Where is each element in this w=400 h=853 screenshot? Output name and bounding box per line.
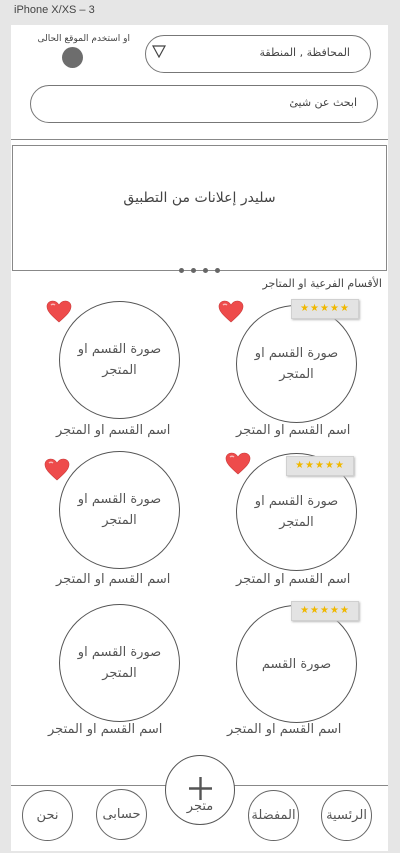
item-name[interactable]: اسم القسم او المتجر (56, 423, 170, 438)
slider-dot[interactable] (191, 268, 196, 273)
item-image[interactable]: صورة القسم او المتجر (59, 604, 180, 722)
current-location-hint: او استخدم الموقع الحالى (37, 34, 130, 44)
slider-dot[interactable] (203, 268, 208, 273)
header-divider (11, 139, 388, 140)
item-name[interactable]: اسم القسم او المتجر (56, 572, 170, 587)
section-title: الأقسام الفرعية او المتاجر (262, 277, 382, 290)
heart-icon[interactable] (46, 300, 72, 324)
slider-dot[interactable] (179, 268, 184, 273)
heart-icon[interactable] (44, 458, 70, 482)
rating-stars: ★★★★★ (291, 299, 359, 319)
nav-favorites[interactable]: المفضلة (248, 790, 299, 841)
slider-pagination (179, 258, 227, 277)
region-select-label: المحافظة , المنطقة (259, 46, 350, 59)
search-input[interactable]: ابحث عن شيئ (30, 85, 378, 123)
search-placeholder: ابحث عن شيئ (289, 96, 357, 109)
heart-icon[interactable] (218, 300, 244, 324)
nav-about[interactable]: نحن (22, 790, 73, 841)
plus-icon (189, 777, 212, 800)
heart-icon[interactable] (225, 452, 251, 476)
nav-account[interactable]: حسابى (96, 789, 147, 840)
rating-stars: ★★★★★ (286, 456, 354, 476)
item-name[interactable]: اسم القسم او المتجر (48, 722, 162, 737)
dropdown-triangle-icon (152, 45, 166, 58)
item-name[interactable]: اسم القسم او المتجر (236, 572, 350, 587)
nav-home[interactable]: الرئسية (321, 790, 372, 841)
artboard-label: iPhone X/XS – 3 (14, 4, 95, 16)
item-image[interactable]: صورة القسم او المتجر (59, 451, 180, 569)
item-name[interactable]: اسم القسم او المتجر (236, 423, 350, 438)
slider-dot[interactable] (215, 268, 220, 273)
rating-stars: ★★★★★ (291, 601, 359, 621)
item-image[interactable]: صورة القسم (236, 605, 357, 723)
ads-slider[interactable]: سليدر إعلانات من التطبيق (12, 145, 387, 273)
nav-add-store[interactable]: متجر (165, 755, 235, 825)
ads-slider-text: سليدر إعلانات من التطبيق (123, 190, 276, 206)
current-location-button[interactable] (62, 47, 83, 68)
nav-add-store-label: متجر (186, 799, 214, 814)
phone-screen: او استخدم الموقع الحالى المحافظة , المنط… (11, 25, 388, 851)
region-select[interactable]: المحافظة , المنطقة (145, 35, 371, 73)
item-name[interactable]: اسم القسم او المتجر (227, 722, 341, 737)
item-image[interactable]: صورة القسم او المتجر (59, 301, 180, 419)
item-image[interactable]: صورة القسم او المتجر (236, 305, 357, 423)
